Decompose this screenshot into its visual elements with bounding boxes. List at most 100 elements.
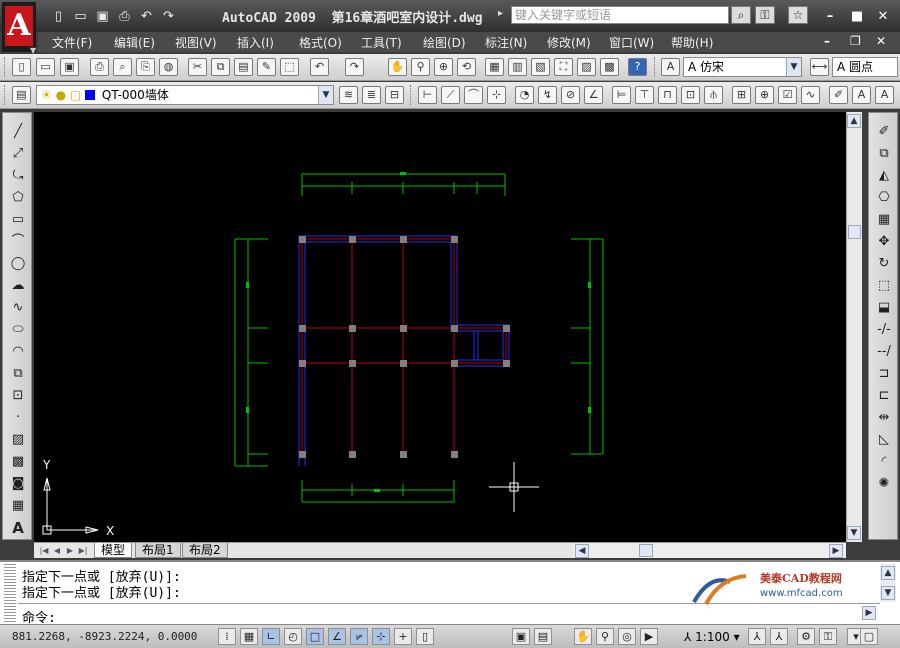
paste-icon[interactable]: ▤ [234, 58, 253, 76]
array-icon[interactable]: ▦ [874, 211, 894, 229]
baseline-dimension-icon[interactable]: ⊤ [635, 86, 654, 104]
scroll-up-button[interactable]: ▲ [881, 566, 895, 580]
line-icon[interactable]: ╱ [8, 123, 28, 141]
save-icon[interactable]: ▣ [60, 58, 79, 76]
make-block-icon[interactable]: ⊡ [8, 387, 28, 405]
menu-dimension[interactable]: 标注(N) [485, 34, 527, 51]
annotation-autoscale-icon[interactable]: ⅄ [770, 628, 788, 645]
menu-window[interactable]: 窗口(W) [609, 34, 654, 51]
menu-draw[interactable]: 绘图(D) [423, 34, 466, 51]
quick-dimension-icon[interactable]: ⊨ [612, 86, 631, 104]
insert-block-icon[interactable]: ⧉ [8, 365, 28, 383]
selection-grip[interactable] [451, 325, 458, 332]
center-mark-icon[interactable]: ⊕ [755, 86, 774, 104]
circle-icon[interactable]: ◯ [8, 255, 28, 273]
continue-dimension-icon[interactable]: ⊓ [658, 86, 677, 104]
toolbar-grip[interactable] [4, 57, 7, 77]
copy-icon[interactable]: ⧉ [211, 58, 230, 76]
annotation-visibility-icon[interactable]: ⅄ [748, 628, 766, 645]
doc-minimize-button[interactable]: – [824, 34, 830, 48]
offset-icon[interactable]: ⎔ [874, 189, 894, 207]
layer-previous-icon[interactable]: ≣ [362, 86, 381, 104]
chamfer-icon[interactable]: ◺ [874, 431, 894, 449]
tab-layout1[interactable]: 布局1 [135, 543, 181, 558]
arc-icon[interactable]: ⌒ [8, 233, 28, 251]
zoom-window-icon[interactable]: ⊕ [434, 58, 453, 76]
minimize-button[interactable]: – [820, 8, 840, 25]
fillet-icon[interactable]: ◜ [874, 453, 894, 471]
diameter-dimension-icon[interactable]: ⊘ [561, 86, 580, 104]
clean-screen-icon[interactable]: ▢ [860, 628, 878, 645]
layer-select[interactable]: ☀ ● ▢ QT-000墙体 ▼ [36, 85, 334, 105]
break-icon[interactable]: ⊏ [874, 387, 894, 405]
horizontal-scrollbar[interactable]: ◀ ▶ [573, 542, 846, 558]
jogged-linear-icon[interactable]: ∿ [801, 86, 820, 104]
mirror-icon[interactable]: ◭ [874, 167, 894, 185]
zoom-previous-icon[interactable]: ⟲ [457, 58, 476, 76]
spline-icon[interactable]: ∿ [8, 299, 28, 317]
horizontal-scroll-thumb[interactable] [639, 544, 653, 557]
aligned-dimension-icon[interactable]: ⟋ [441, 86, 460, 104]
move-icon[interactable]: ✥ [874, 233, 894, 251]
menu-insert[interactable]: 插入(I) [237, 34, 274, 51]
redo-icon[interactable]: ↷ [160, 8, 177, 25]
tab-last-icon[interactable]: ▶| [77, 544, 89, 557]
extend-icon[interactable]: --/ [874, 343, 894, 361]
toolbar-grip[interactable] [410, 85, 413, 105]
maximize-button[interactable]: ■ [847, 8, 867, 25]
undo-icon[interactable]: ↶ [310, 58, 329, 76]
text-style-select[interactable]: A 仿宋 ▼ [683, 57, 802, 77]
application-menu-button[interactable]: A ▼ [2, 2, 36, 55]
ortho-mode-button[interactable]: ∟ [262, 628, 280, 645]
tab-prev-icon[interactable]: ◀ [51, 544, 63, 557]
block-editor-icon[interactable]: ⬚ [280, 58, 299, 76]
save-icon[interactable]: ▣ [94, 8, 111, 25]
dimension-text-edit-icon[interactable]: A [852, 86, 871, 104]
menu-view[interactable]: 视图(V) [175, 34, 217, 51]
toolbar-lock-icon[interactable]: ⚿ [819, 628, 837, 645]
steering-wheel-icon[interactable]: ◎ [618, 628, 636, 645]
scroll-right-button[interactable]: ▶ [829, 544, 843, 558]
menu-modify[interactable]: 修改(M) [547, 34, 591, 51]
lineweight-button[interactable]: + [394, 628, 412, 645]
selection-grip[interactable] [299, 451, 306, 458]
selection-grip[interactable] [400, 325, 407, 332]
workspace-switching-icon[interactable]: ⚙ [797, 628, 815, 645]
scroll-left-button[interactable]: ◀ [575, 544, 589, 558]
selection-grip[interactable] [400, 236, 407, 243]
match-properties-icon[interactable]: ✎ [257, 58, 276, 76]
selection-grip[interactable] [503, 360, 510, 367]
3d-dwf-icon[interactable]: ◍ [159, 58, 178, 76]
make-current-layer-icon[interactable]: ≋ [339, 86, 358, 104]
command-scroll-right-button[interactable]: ▶ [862, 606, 876, 620]
vertical-scroll-thumb[interactable] [848, 225, 861, 239]
hatch-icon[interactable]: ▨ [8, 431, 28, 449]
radius-dimension-icon[interactable]: ◔ [515, 86, 534, 104]
selection-grip[interactable] [349, 451, 356, 458]
show-motion-icon[interactable]: ▶ [640, 628, 658, 645]
menu-edit[interactable]: 编辑(E) [114, 34, 155, 51]
scroll-down-button[interactable]: ▼ [847, 526, 861, 540]
selection-grip[interactable] [299, 325, 306, 332]
command-window-grip[interactable] [4, 564, 16, 622]
trim-icon[interactable]: -/- [874, 321, 894, 339]
plot-icon[interactable]: ⎙ [90, 58, 109, 76]
selection-grip[interactable] [451, 360, 458, 367]
join-icon[interactable]: ⇹ [874, 409, 894, 427]
tab-model[interactable]: 模型 [94, 543, 133, 558]
point-icon[interactable]: · [8, 409, 28, 427]
polygon-icon[interactable]: ⬠ [8, 189, 28, 207]
redo-icon[interactable]: ↷ [345, 58, 364, 76]
scroll-down-button[interactable]: ▼ [881, 586, 895, 600]
search-input[interactable]: 键入关键字或短语 [511, 6, 729, 24]
layout-button[interactable]: ▤ [534, 628, 552, 645]
subscription-icon[interactable]: ⚿ [755, 6, 775, 24]
selection-grip[interactable] [349, 360, 356, 367]
zoom-icon[interactable]: ⚲ [596, 628, 614, 645]
doc-restore-button[interactable]: ❐ [850, 34, 861, 48]
dimension-edit-icon[interactable]: ✐ [829, 86, 848, 104]
text-style-icon[interactable]: A [661, 58, 680, 76]
rectangle-icon[interactable]: ▭ [8, 211, 28, 229]
layer-properties-icon[interactable]: ▤ [12, 86, 31, 104]
help-icon[interactable]: ? [628, 58, 647, 76]
